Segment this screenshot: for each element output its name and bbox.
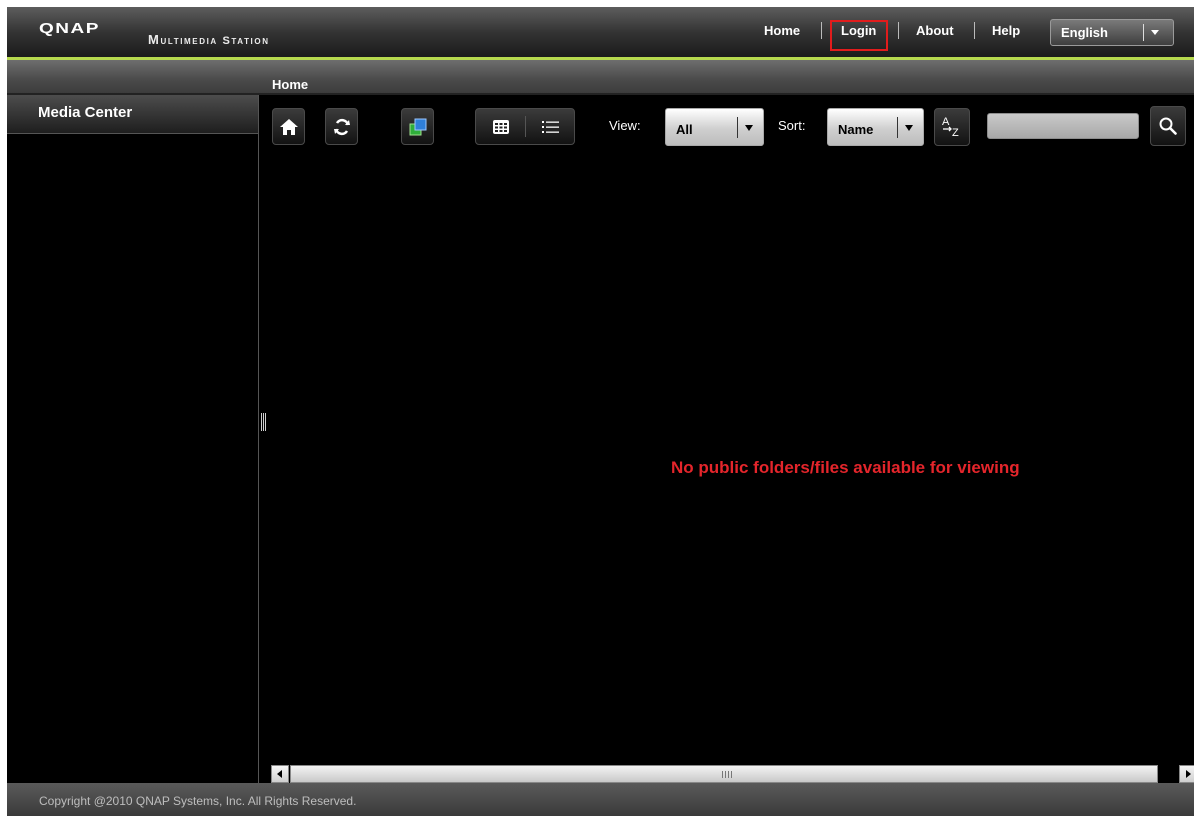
chevron-down-icon xyxy=(1151,30,1159,35)
sort-label: Sort: xyxy=(778,118,806,133)
language-select[interactable]: English xyxy=(1050,19,1174,46)
a-to-z-sort-icon: A Z xyxy=(942,116,959,139)
refresh-icon xyxy=(333,118,350,135)
view-value: All xyxy=(676,122,693,137)
view-dropdown[interactable]: All xyxy=(665,108,764,146)
help-link[interactable]: Help xyxy=(992,23,1020,38)
link-separator xyxy=(974,22,975,39)
language-value: English xyxy=(1061,25,1108,40)
sidebar-title: Media Center xyxy=(38,104,133,121)
sidebar: Media Center xyxy=(7,95,259,783)
app-title: Multimedia Station xyxy=(148,32,270,47)
breadcrumb[interactable]: Home xyxy=(272,77,308,92)
dropdown-divider xyxy=(897,117,898,138)
home-link[interactable]: Home xyxy=(764,23,800,38)
home-button[interactable] xyxy=(272,108,305,145)
chevron-down-icon xyxy=(905,125,913,131)
qnap-logo: QNAP xyxy=(39,20,100,37)
search-button[interactable] xyxy=(1150,106,1186,146)
home-icon xyxy=(279,118,298,135)
link-separator xyxy=(898,22,899,39)
sort-order-button[interactable]: A Z xyxy=(934,108,970,146)
svg-text:Z: Z xyxy=(952,127,959,139)
top-header: QNAP Multimedia Station Home Login About… xyxy=(7,7,1194,57)
sort-dropdown[interactable]: Name xyxy=(827,108,924,146)
slideshow-button[interactable] xyxy=(401,108,434,145)
panel-splitter-handle[interactable] xyxy=(261,413,267,431)
empty-state-message: No public folders/files available for vi… xyxy=(671,458,1020,477)
svg-text:A: A xyxy=(942,116,950,128)
login-link[interactable]: Login xyxy=(841,23,876,38)
sidebar-header[interactable]: Media Center xyxy=(7,95,258,134)
copyright-text: Copyright @2010 QNAP Systems, Inc. All R… xyxy=(39,794,357,808)
horizontal-scrollbar[interactable] xyxy=(271,765,1194,783)
scroll-right-button[interactable] xyxy=(1179,765,1194,783)
refresh-button[interactable] xyxy=(325,108,358,145)
view-label: View: xyxy=(609,118,641,133)
scrollbar-grip-icon xyxy=(722,771,732,778)
multimedia-station-window: QNAP Multimedia Station Home Login About… xyxy=(7,7,1194,816)
list-view-icon xyxy=(541,120,559,133)
footer: Copyright @2010 QNAP Systems, Inc. All R… xyxy=(7,783,1194,816)
thumbnail-view-icon xyxy=(492,119,509,134)
link-separator xyxy=(821,22,822,39)
list-view-button[interactable] xyxy=(526,109,575,144)
chevron-down-icon xyxy=(745,125,753,131)
search-input[interactable] xyxy=(987,113,1139,139)
slideshow-icon xyxy=(409,118,426,135)
about-link[interactable]: About xyxy=(916,23,954,38)
thumbnail-view-button[interactable] xyxy=(476,109,525,144)
sort-value: Name xyxy=(838,122,874,137)
search-icon xyxy=(1159,117,1177,135)
dropdown-divider xyxy=(737,117,738,138)
view-mode-toggle xyxy=(475,108,575,145)
breadcrumb-bar: Home xyxy=(7,60,1194,95)
scroll-left-button[interactable] xyxy=(271,765,289,783)
dropdown-divider xyxy=(1143,24,1144,41)
scrollbar-thumb[interactable] xyxy=(290,765,1158,783)
